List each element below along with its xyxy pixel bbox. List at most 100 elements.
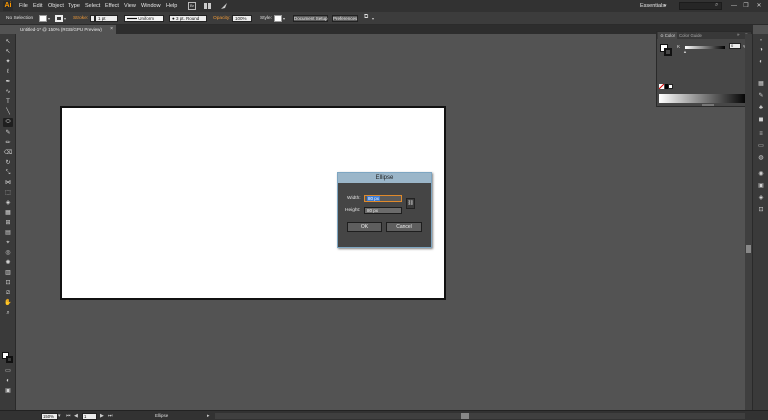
color-panel-icon[interactable]: ◑: [757, 46, 765, 54]
graphic-style-swatch[interactable]: [274, 15, 282, 22]
slider-thumb-icon[interactable]: ▲: [683, 49, 687, 54]
brushes-panel-icon[interactable]: ✎: [757, 92, 765, 100]
slice-tool-icon[interactable]: ⧄: [3, 289, 13, 298]
last-artboard-icon[interactable]: ⏭: [108, 413, 113, 419]
scale-tool-icon[interactable]: ⤡: [3, 169, 13, 178]
none-swatch[interactable]: [658, 83, 665, 90]
line-segment-tool-icon[interactable]: ╲: [3, 108, 13, 117]
arrange-icon[interactable]: ⧉: [364, 14, 368, 21]
chevron-down-icon[interactable]: ▾: [48, 16, 50, 21]
ok-button[interactable]: OK: [347, 222, 382, 232]
paintbrush-tool-icon[interactable]: ✎: [3, 129, 13, 138]
screen-mode-icon[interactable]: ▣: [3, 387, 13, 396]
expand-panels-icon[interactable]: «: [757, 36, 765, 44]
first-artboard-icon[interactable]: ⏮: [66, 413, 71, 419]
color-spectrum[interactable]: [659, 94, 747, 103]
horizontal-scrollbar[interactable]: [215, 413, 745, 419]
type-tool-icon[interactable]: T: [3, 98, 13, 107]
zoom-tool-icon[interactable]: ⌕: [3, 309, 13, 318]
panel-stroke-swatch[interactable]: [664, 48, 672, 56]
stroke-swatch[interactable]: [6, 356, 13, 363]
height-field[interactable]: 80 px: [364, 207, 402, 214]
chevron-down-icon[interactable]: ▾: [58, 413, 61, 419]
blend-tool-icon[interactable]: ◎: [3, 249, 13, 258]
opacity-label[interactable]: Opacity:: [213, 16, 231, 21]
close-window-button[interactable]: ✕: [754, 2, 764, 10]
preferences-button[interactable]: Preferences: [332, 15, 358, 22]
menu-effect[interactable]: Effect: [105, 3, 119, 9]
close-tab-icon[interactable]: ×: [110, 25, 113, 34]
rotate-tool-icon[interactable]: ↻: [3, 159, 13, 168]
next-artboard-icon[interactable]: ▶: [100, 413, 104, 419]
perspective-grid-tool-icon[interactable]: ▦: [3, 209, 13, 218]
pen-tool-icon[interactable]: ✒: [3, 78, 13, 87]
document-setup-button[interactable]: Document Setup: [293, 15, 328, 22]
restore-button[interactable]: ❐: [741, 2, 751, 10]
curvature-tool-icon[interactable]: ∿: [3, 88, 13, 97]
status-menu-icon[interactable]: ▸: [207, 413, 210, 419]
menu-help[interactable]: Help: [166, 3, 177, 9]
chevron-down-icon[interactable]: ▾: [372, 16, 374, 21]
artboards-panel-icon[interactable]: ⊡: [757, 206, 765, 214]
dialog-title[interactable]: Ellipse: [338, 173, 431, 183]
pencil-tool-icon[interactable]: ✏: [3, 139, 13, 148]
fill-color-swatch[interactable]: [39, 15, 47, 22]
gradient-tool-icon[interactable]: ▤: [3, 229, 13, 238]
menu-type[interactable]: Type: [68, 3, 80, 9]
width-field[interactable]: 80 px: [364, 195, 402, 202]
graphic-styles-icon[interactable]: ▣: [757, 182, 765, 190]
width-tool-icon[interactable]: ⋈: [3, 179, 13, 188]
selection-tool-icon[interactable]: ↖: [3, 38, 13, 47]
menu-file[interactable]: File: [19, 3, 28, 9]
artboard-tool-icon[interactable]: ⊡: [3, 279, 13, 288]
stroke-color-swatch[interactable]: [55, 15, 63, 22]
k-channel-slider[interactable]: [685, 46, 725, 49]
eyedropper-tool-icon[interactable]: ⌖: [3, 239, 13, 248]
column-graph-tool-icon[interactable]: ▥: [3, 269, 13, 278]
stroke-weight-field[interactable]: 1 pt: [95, 15, 118, 22]
transparency-panel-icon[interactable]: ◍: [757, 154, 765, 162]
stroke-label[interactable]: Stroke:: [73, 16, 88, 21]
menu-object[interactable]: Object: [48, 3, 64, 9]
chevron-down-icon[interactable]: ▾: [64, 16, 66, 21]
symbols-panel-icon[interactable]: ♣: [757, 104, 765, 112]
magic-wand-tool-icon[interactable]: ✦: [3, 58, 13, 67]
layers-panel-icon[interactable]: ◈: [757, 194, 765, 202]
swatches-panel-icon[interactable]: ▦: [757, 80, 765, 88]
direct-selection-tool-icon[interactable]: ↖: [3, 48, 13, 57]
vertical-scroll-thumb[interactable]: [746, 245, 751, 253]
opacity-field[interactable]: 100%: [232, 15, 252, 22]
symbol-sprayer-tool-icon[interactable]: ✺: [3, 259, 13, 268]
previous-artboard-icon[interactable]: ◀: [74, 413, 78, 419]
collapse-panel-icon[interactable]: »: [737, 32, 740, 37]
lasso-tool-icon[interactable]: ℓ: [3, 68, 13, 77]
tab-color[interactable]: ≎ Color: [658, 32, 678, 39]
tab-color-guide[interactable]: Color Guide: [677, 32, 704, 39]
eraser-tool-icon[interactable]: ⌫: [3, 149, 13, 158]
brush-definition-field[interactable]: ● 3 pt. Round: [169, 15, 207, 22]
workspace-switcher[interactable]: Essentials: [640, 3, 665, 9]
drawing-mode-icon[interactable]: ◐: [3, 377, 13, 386]
menu-view[interactable]: View: [124, 3, 136, 9]
bridge-icon[interactable]: Br: [188, 2, 196, 10]
document-tab[interactable]: Untitled-1* @ 150% (RGB/GPU Preview) ×: [16, 25, 116, 34]
gpu-rocket-icon[interactable]: [220, 2, 228, 10]
gradient-panel-icon[interactable]: ▭: [757, 142, 765, 150]
mesh-tool-icon[interactable]: ⊞: [3, 219, 13, 228]
artboard-number-field[interactable]: 1: [82, 413, 97, 420]
k-channel-field[interactable]: 0: [729, 43, 741, 49]
variable-width-profile[interactable]: Uniform: [124, 15, 164, 22]
color-guide-panel-icon[interactable]: ◐: [757, 58, 765, 66]
menu-window[interactable]: Window: [141, 3, 161, 9]
graphic-styles-panel-icon[interactable]: ◼: [757, 116, 765, 124]
ellipse-tool-icon[interactable]: ⬭: [3, 118, 13, 127]
cancel-button[interactable]: Cancel: [386, 222, 422, 232]
chevron-down-icon[interactable]: ▾: [664, 3, 667, 9]
appearance-panel-icon[interactable]: ◉: [757, 170, 765, 178]
menu-select[interactable]: Select: [85, 3, 100, 9]
horizontal-scroll-thumb[interactable]: [461, 413, 469, 419]
chevron-down-icon[interactable]: ▾: [283, 16, 285, 21]
zoom-field[interactable]: 150%: [41, 413, 58, 420]
menu-edit[interactable]: Edit: [33, 3, 42, 9]
vertical-scrollbar[interactable]: [745, 34, 752, 410]
